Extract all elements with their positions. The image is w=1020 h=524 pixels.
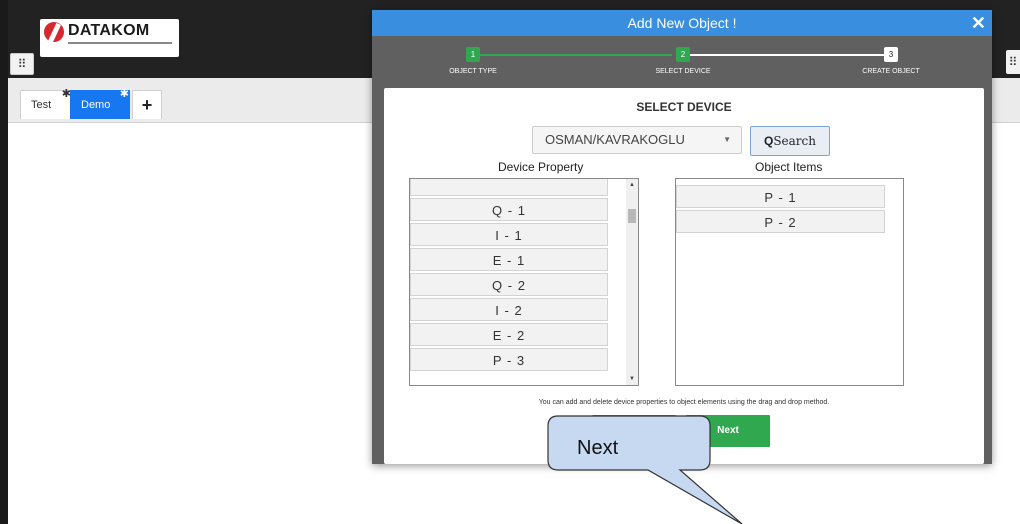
select-device-panel: SELECT DEVICE OSMAN/KAVRAKOGLU ▼ QSearch… (384, 88, 984, 464)
object-items-rows: P - 1P - 2 (676, 183, 885, 233)
search-button[interactable]: QSearch (750, 126, 830, 156)
logo-tagline (68, 42, 172, 44)
grid-icon: ⠿ (17, 57, 27, 71)
search-button-label: Search (773, 134, 816, 148)
object-items-title: Object Items (755, 160, 823, 174)
device-select[interactable]: OSMAN/KAVRAKOGLU ▼ (532, 126, 742, 154)
add-tab-button[interactable]: + (132, 90, 162, 119)
device-property-list[interactable]: Q - 1I - 1E - 1Q - 2I - 2E - 2P - 3 ▲ ▼ (409, 178, 639, 386)
object-items-list[interactable]: P - 1P - 2 (675, 178, 904, 386)
right-edge-button[interactable]: ⠿ (1006, 50, 1020, 74)
list-item[interactable]: Q - 2 (410, 273, 608, 296)
scroll-thumb[interactable] (628, 209, 636, 223)
scroll-up-icon[interactable]: ▲ (626, 179, 638, 191)
step-3-label: CREATE OBJECT (862, 68, 920, 75)
scrollbar[interactable]: ▲ ▼ (626, 179, 638, 385)
next-button[interactable]: Next (686, 415, 770, 447)
drag-drop-hint: You can add and delete device properties… (538, 399, 830, 406)
list-item[interactable]: E - 2 (410, 323, 608, 346)
add-object-modal: Add New Object ! ✕ 1 2 3 OBJECT TYPE SEL… (372, 10, 992, 464)
grid-menu-button[interactable]: ⠿ (10, 53, 34, 75)
list-item[interactable]: Q - 1 (410, 198, 608, 221)
tab-label: Test (31, 99, 52, 111)
tab-test[interactable]: Test ✱ (20, 89, 72, 119)
step-1-marker: 1 (466, 47, 480, 62)
section-title: SELECT DEVICE (636, 100, 732, 114)
step-2-label: SELECT DEVICE (655, 68, 711, 75)
modal-header: Add New Object ! ✕ (372, 10, 992, 36)
step-2-marker: 2 (676, 47, 690, 62)
list-item-partial[interactable] (410, 179, 608, 196)
callout-text: Next (577, 437, 619, 459)
modal-title: Add New Object ! (627, 15, 737, 31)
step-connector-pending (682, 54, 884, 56)
tab-label: Demo (81, 99, 111, 111)
search-icon: Q (763, 134, 774, 148)
list-item[interactable]: I - 2 (410, 298, 608, 321)
list-item[interactable]: I - 1 (410, 223, 608, 246)
device-select-value: OSMAN/KAVRAKOGLU (545, 132, 685, 147)
step-connector-done (472, 54, 672, 56)
device-property-title: Device Property (498, 160, 584, 174)
step-1-label: OBJECT TYPE (449, 68, 497, 75)
list-item[interactable]: P - 3 (410, 348, 608, 371)
scroll-down-icon[interactable]: ▼ (626, 373, 638, 385)
list-item[interactable]: E - 1 (410, 248, 608, 271)
logo-text: DATAKOM (68, 22, 150, 39)
close-icon[interactable]: ✕ (971, 10, 986, 36)
logo-mark-icon (44, 22, 64, 42)
list-item[interactable]: P - 1 (676, 185, 885, 208)
company-logo: DATAKOM (40, 19, 179, 57)
tab-settings-gear-icon[interactable]: ✱ (120, 89, 129, 100)
chevron-down-icon: ▼ (723, 135, 731, 144)
tab-demo[interactable]: Demo ✱ (70, 89, 130, 119)
list-item[interactable]: P - 2 (676, 210, 885, 233)
step-3-marker: 3 (884, 47, 898, 62)
device-property-rows: Q - 1I - 1E - 1Q - 2I - 2E - 2P - 3 (410, 179, 608, 371)
wizard-stepper: 1 2 3 OBJECT TYPE SELECT DEVICE CREATE O… (372, 36, 992, 88)
